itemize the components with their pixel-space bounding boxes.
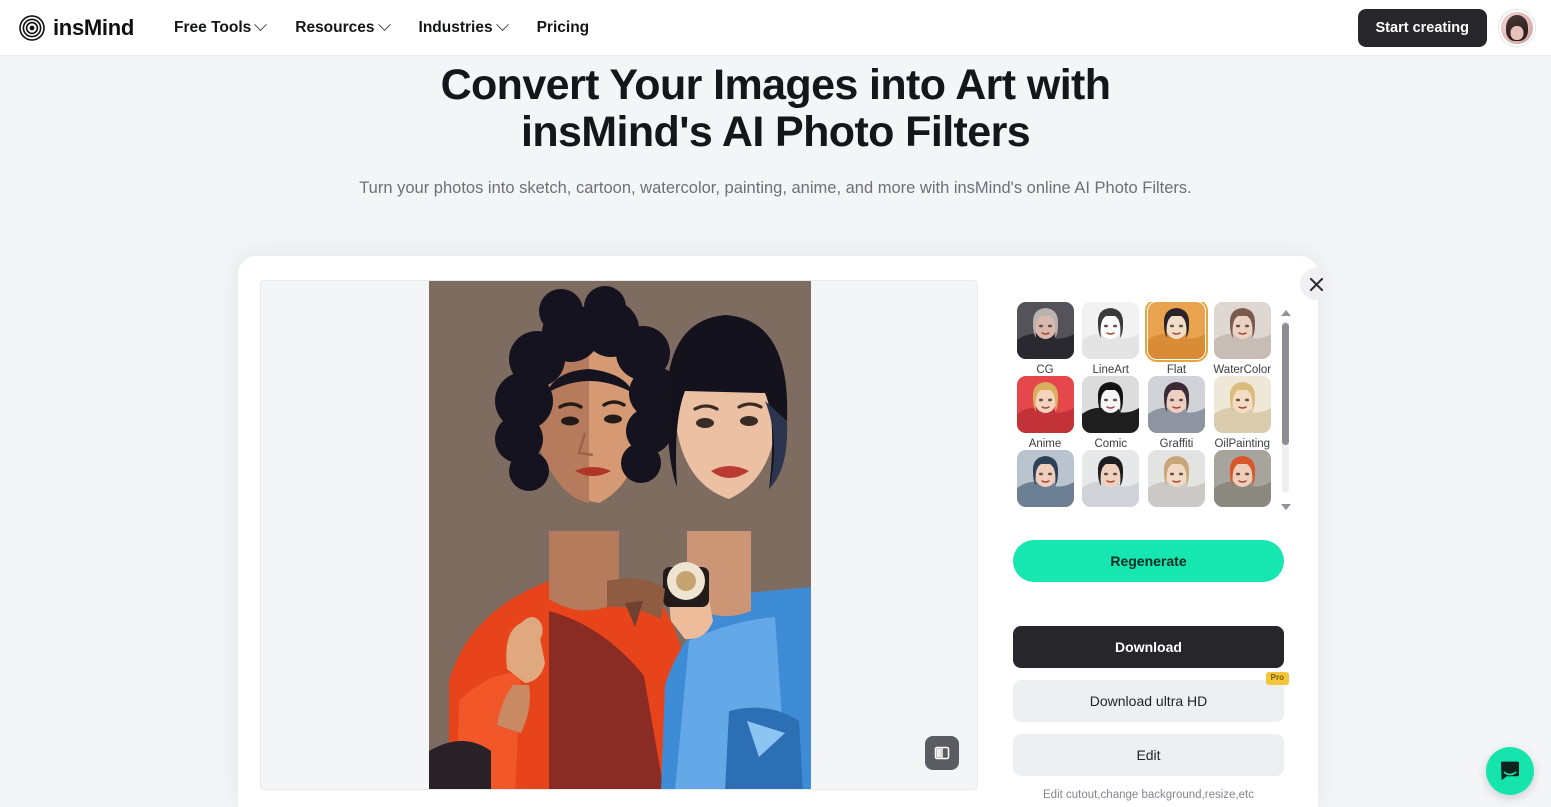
chevron-down-icon <box>495 18 509 32</box>
concentric-circles-icon <box>19 14 45 41</box>
filter-grid: CG LineArt Flat WaterColor Anime Comic Graffit… <box>1013 302 1275 519</box>
chat-widget-button[interactable] <box>1486 747 1534 795</box>
filter-thumb-watercolor[interactable]: WaterColor <box>1210 302 1274 376</box>
edit-label: Edit <box>1136 747 1161 763</box>
nav-item-industries[interactable]: Industries <box>418 18 509 37</box>
filter-thumb-comic[interactable]: Comic <box>1079 376 1143 450</box>
pro-badge: Pro <box>1265 672 1289 685</box>
action-buttons: Download Download ultra HD Pro Edit Edit… <box>1013 626 1289 801</box>
result-artwork <box>429 281 811 789</box>
site-header: insMind Free Tools Resources Industries … <box>0 0 1551 56</box>
filter-thumb-8[interactable] <box>1013 450 1077 512</box>
filter-thumb-label: CG <box>1036 364 1054 376</box>
download-hd-label: Download ultra HD <box>1089 693 1208 709</box>
filter-thumb-11[interactable] <box>1210 450 1274 512</box>
filter-thumb-graffiti[interactable]: Graffiti <box>1145 376 1209 450</box>
filter-thumb-image <box>1213 302 1271 359</box>
scroll-up-icon[interactable] <box>1280 310 1291 316</box>
nav-label: Free Tools <box>174 18 252 36</box>
nav-label: Resources <box>295 18 375 36</box>
filter-thumb-image <box>1016 450 1074 507</box>
nav-label: Pricing <box>536 18 590 36</box>
filter-thumb-label: LineArt <box>1092 364 1129 376</box>
compare-toggle-button[interactable] <box>925 736 959 770</box>
chevron-down-icon <box>254 18 268 32</box>
filter-scrollbar[interactable] <box>1279 310 1292 510</box>
logo[interactable]: insMind <box>19 15 134 41</box>
start-creating-button[interactable]: Start creating <box>1357 8 1487 47</box>
filter-thumb-label: OilPainting <box>1214 438 1271 450</box>
download-button[interactable]: Download <box>1013 626 1284 668</box>
editor-side-panel: CG LineArt Flat WaterColor Anime Comic Graffit… <box>1013 302 1298 802</box>
filter-thumb-lineart[interactable]: LineArt <box>1079 302 1143 376</box>
page-subtitle: Turn your photos into sketch, cartoon, w… <box>359 178 1192 197</box>
filter-thumb-label: Comic <box>1094 438 1128 450</box>
filter-thumb-label: WaterColor <box>1213 364 1272 376</box>
close-icon <box>1309 277 1323 291</box>
filter-thumb-image <box>1213 376 1271 433</box>
nav-label: Industries <box>418 18 493 36</box>
chat-bubble-icon <box>1501 761 1519 781</box>
hero-section: Convert Your Images into Art with insMin… <box>0 56 1551 200</box>
chevron-down-icon <box>377 18 391 32</box>
avatar[interactable] <box>1499 9 1535 46</box>
filter-thumb-image <box>1082 376 1140 433</box>
filter-thumb-flat[interactable]: Flat <box>1145 302 1209 376</box>
filter-thumb-image <box>1016 376 1074 433</box>
filter-thumb-label: Graffiti <box>1159 438 1194 450</box>
filter-thumb-label: Flat <box>1166 364 1187 376</box>
scrollbar-thumb[interactable] <box>1282 323 1289 445</box>
filter-thumb-label: Anime <box>1028 438 1062 450</box>
nav-item-free-tools[interactable]: Free Tools <box>174 18 268 37</box>
filter-thumb-image <box>1148 376 1205 433</box>
filter-thumb-image <box>1145 302 1208 362</box>
download-ultra-hd-button[interactable]: Download ultra HD Pro <box>1013 672 1289 722</box>
close-button[interactable] <box>1300 268 1332 300</box>
regenerate-button[interactable]: Regenerate <box>1013 540 1284 582</box>
filter-thumb-anime[interactable]: Anime <box>1013 376 1077 450</box>
nav-item-pricing[interactable]: Pricing <box>537 19 590 37</box>
filter-thumb-image <box>1213 450 1271 507</box>
main-nav: Free Tools Resources Industries Pricing <box>174 18 590 37</box>
nav-item-resources[interactable]: Resources <box>295 18 391 37</box>
filter-thumb-cg[interactable]: CG <box>1013 302 1077 376</box>
image-canvas <box>260 280 978 790</box>
editor-card: CG LineArt Flat WaterColor Anime Comic Graffit… <box>238 256 1332 807</box>
filter-thumb-image <box>1082 302 1140 359</box>
scroll-down-icon[interactable] <box>1280 504 1291 510</box>
page-title: Convert Your Images into Art with insMin… <box>440 61 1111 156</box>
edit-button[interactable]: Edit <box>1013 734 1284 776</box>
filter-thumb-image <box>1148 450 1205 507</box>
artwork-illustration <box>429 281 811 789</box>
filter-thumb-oilpainting[interactable]: OilPainting <box>1210 376 1274 450</box>
filter-thumb-image <box>1016 302 1074 359</box>
header-actions: Start creating <box>1357 8 1535 47</box>
filter-thumb-9[interactable] <box>1079 450 1143 512</box>
download-label: Download <box>1115 639 1182 655</box>
logo-text: insMind <box>53 14 135 40</box>
edit-hint: Edit cutout,change background,resize,etc <box>1043 789 1254 801</box>
filter-picker: CG LineArt Flat WaterColor Anime Comic Graffit… <box>1013 302 1298 519</box>
compare-split-icon <box>934 746 950 760</box>
filter-thumb-image <box>1082 450 1140 507</box>
filter-thumb-10[interactable] <box>1145 450 1209 512</box>
